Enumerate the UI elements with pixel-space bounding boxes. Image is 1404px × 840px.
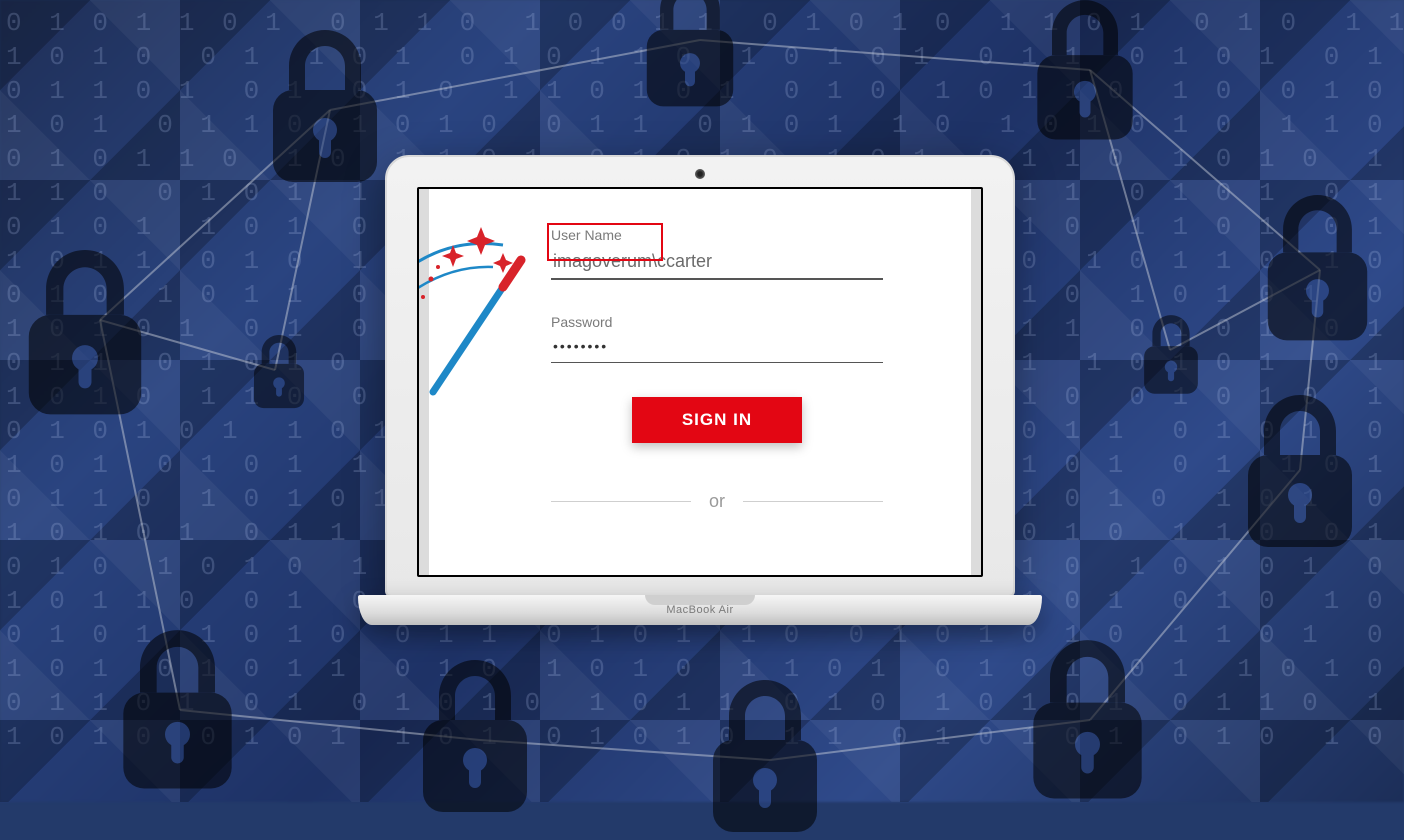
or-label: or [709, 491, 725, 512]
page-margin-right [971, 189, 981, 575]
camera-icon [695, 169, 705, 179]
password-input[interactable] [551, 334, 883, 363]
lock-icon [705, 680, 825, 840]
password-field-wrap: Password [551, 314, 883, 363]
lock-icon [115, 630, 240, 797]
or-divider: or [551, 491, 883, 512]
screen-bezel: User Name Password SIGN IN [417, 187, 983, 577]
sign-in-button[interactable]: SIGN IN [632, 397, 802, 443]
lock-icon [265, 30, 385, 190]
username-input[interactable] [551, 247, 883, 280]
username-field-wrap: User Name [551, 227, 883, 280]
lock-icon [20, 250, 150, 423]
lock-icon [250, 335, 308, 412]
screen: User Name Password SIGN IN [419, 189, 981, 575]
lock-icon [1030, 0, 1140, 147]
lock-icon [640, 0, 740, 113]
lock-icon [1025, 640, 1150, 807]
username-label: User Name [551, 227, 883, 243]
lock-icon [1140, 315, 1202, 398]
lock-icon [1260, 195, 1375, 348]
signin-row: SIGN IN [551, 397, 883, 443]
password-label: Password [551, 314, 883, 330]
laptop-base: MacBook Air [358, 595, 1042, 625]
login-page: User Name Password SIGN IN [429, 189, 971, 575]
login-form: User Name Password SIGN IN [551, 227, 883, 512]
divider-line [551, 501, 691, 502]
magic-wand-icon [419, 217, 553, 397]
laptop-lid: User Name Password SIGN IN [385, 155, 1015, 597]
divider-line [743, 501, 883, 502]
lock-icon [415, 660, 535, 820]
laptop-brand-label: MacBook Air [358, 604, 1042, 616]
lock-icon [1240, 395, 1360, 555]
laptop-device: User Name Password SIGN IN [370, 155, 1030, 625]
